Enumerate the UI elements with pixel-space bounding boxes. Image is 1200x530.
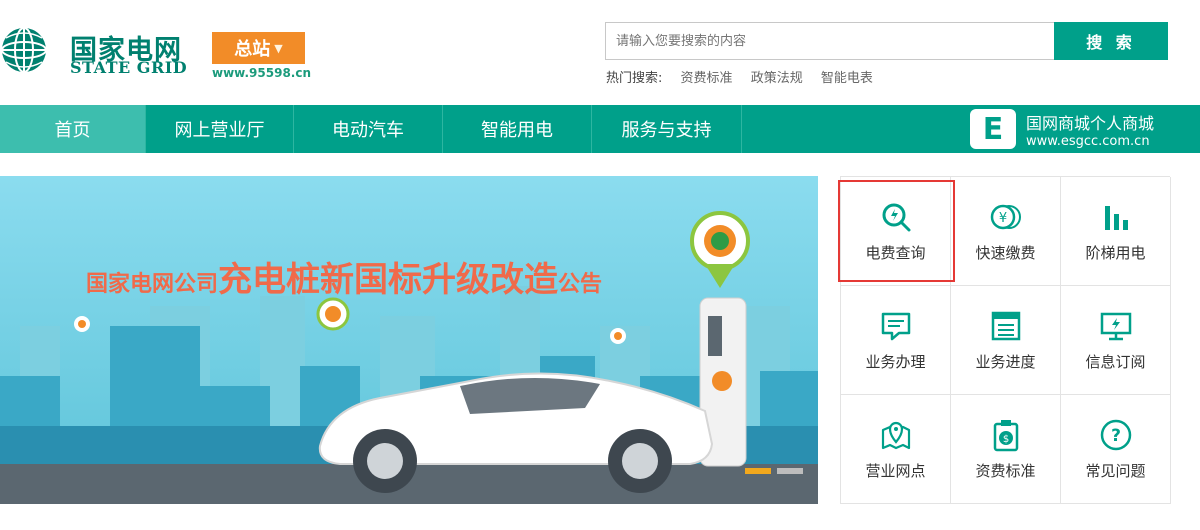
hot-search-label: 热门搜索: bbox=[606, 71, 663, 86]
mall-logo-icon: E bbox=[970, 109, 1016, 149]
service-label: 业务进度 bbox=[975, 352, 1036, 371]
service-label: 业务办理 bbox=[865, 352, 926, 371]
mall-url: www.esgcc.com.cn bbox=[1026, 133, 1150, 149]
service-label: 阶梯用电 bbox=[1085, 243, 1146, 262]
hot-search-bar: 热门搜索: 资费标准 政策法规 智能电表 bbox=[606, 67, 873, 86]
service-label: 信息订阅 bbox=[1085, 352, 1146, 371]
service-label: 快速缴费 bbox=[975, 243, 1036, 262]
service-tiered-power[interactable]: 阶梯用电 bbox=[1061, 177, 1171, 286]
svg-text:¥: ¥ bbox=[998, 211, 1006, 226]
progress-board-icon bbox=[991, 311, 1020, 340]
hotline-url[interactable]: www.95598.cn bbox=[212, 66, 311, 80]
nav-item-online-hall[interactable]: 网上营业厅 bbox=[146, 105, 294, 153]
hot-link-smart-meter[interactable]: 智能电表 bbox=[821, 71, 873, 86]
main-nav: 首页 网上营业厅 电动汽车 智能用电 服务与支持 E 国网商城个人商城 www.… bbox=[0, 105, 1200, 153]
search-input[interactable] bbox=[605, 22, 1055, 60]
site-header: 国家电网 STATE GRID 总站 ▼ www.95598.cn 搜 索 热门… bbox=[0, 0, 1200, 105]
service-label: 营业网点 bbox=[865, 461, 926, 480]
service-bill-query[interactable]: 电费查询 bbox=[841, 177, 951, 286]
station-select-button[interactable]: 总站 ▼ bbox=[212, 32, 305, 64]
message-icon bbox=[881, 312, 910, 340]
hero-banner[interactable]: 国家电网公司充电桩新国标升级改造公告 bbox=[0, 176, 818, 504]
mall-title: 国网商城个人商城 bbox=[1026, 113, 1155, 133]
coin-payment-icon: ¥ bbox=[990, 204, 1021, 229]
state-grid-globe-icon[interactable] bbox=[0, 24, 48, 80]
bill-search-icon bbox=[882, 203, 910, 231]
service-tariff[interactable]: $ 资费标准 bbox=[951, 395, 1061, 504]
bar-chart-icon bbox=[1104, 205, 1128, 230]
map-pin-icon bbox=[881, 421, 910, 449]
nav-item-smart-power[interactable]: 智能用电 bbox=[443, 105, 592, 153]
banner-title-part1: 国家电网公司 bbox=[86, 272, 219, 297]
service-label: 资费标准 bbox=[975, 461, 1036, 480]
carousel-dot-1[interactable] bbox=[745, 468, 771, 474]
service-grid: 电费查询 ¥ 快速缴费 阶梯用电 业务办理 业务进度 信息订阅 营业网点 $ 资… bbox=[840, 176, 1171, 504]
service-label: 常见问题 bbox=[1085, 461, 1146, 480]
service-outlets[interactable]: 营业网点 bbox=[841, 395, 951, 504]
nav-item-ev[interactable]: 电动汽车 bbox=[294, 105, 443, 153]
service-progress[interactable]: 业务进度 bbox=[951, 286, 1061, 395]
monitor-icon bbox=[1100, 312, 1131, 340]
banner-title-part3: 公告 bbox=[558, 272, 603, 297]
service-business[interactable]: 业务办理 bbox=[841, 286, 951, 395]
logo-text-en[interactable]: STATE GRID bbox=[70, 58, 187, 77]
service-label: 电费查询 bbox=[865, 243, 926, 262]
carousel-dot-2[interactable] bbox=[777, 468, 803, 474]
banner-illustration bbox=[0, 176, 818, 504]
station-label: 总站 bbox=[234, 39, 271, 60]
service-quick-pay[interactable]: ¥ 快速缴费 bbox=[951, 177, 1061, 286]
banner-title: 国家电网公司充电桩新国标升级改造公告 bbox=[86, 252, 602, 301]
svg-text:$: $ bbox=[1002, 434, 1008, 445]
banner-title-part2: 充电桩新国标升级改造 bbox=[218, 260, 559, 300]
svg-text:?: ? bbox=[1111, 426, 1121, 446]
hot-link-policy[interactable]: 政策法规 bbox=[751, 71, 803, 86]
hot-link-tariff[interactable]: 资费标准 bbox=[681, 71, 733, 86]
question-icon: ? bbox=[1100, 419, 1131, 450]
mall-link[interactable]: E 国网商城个人商城 www.esgcc.com.cn bbox=[970, 105, 1154, 153]
search-button[interactable]: 搜 索 bbox=[1054, 22, 1168, 60]
nav-item-home[interactable]: 首页 bbox=[0, 105, 146, 153]
price-tag-icon: $ bbox=[993, 419, 1018, 451]
caret-down-icon: ▼ bbox=[274, 41, 283, 55]
nav-item-service-support[interactable]: 服务与支持 bbox=[592, 105, 742, 153]
service-subscribe[interactable]: 信息订阅 bbox=[1061, 286, 1171, 395]
service-faq[interactable]: ? 常见问题 bbox=[1061, 395, 1171, 504]
